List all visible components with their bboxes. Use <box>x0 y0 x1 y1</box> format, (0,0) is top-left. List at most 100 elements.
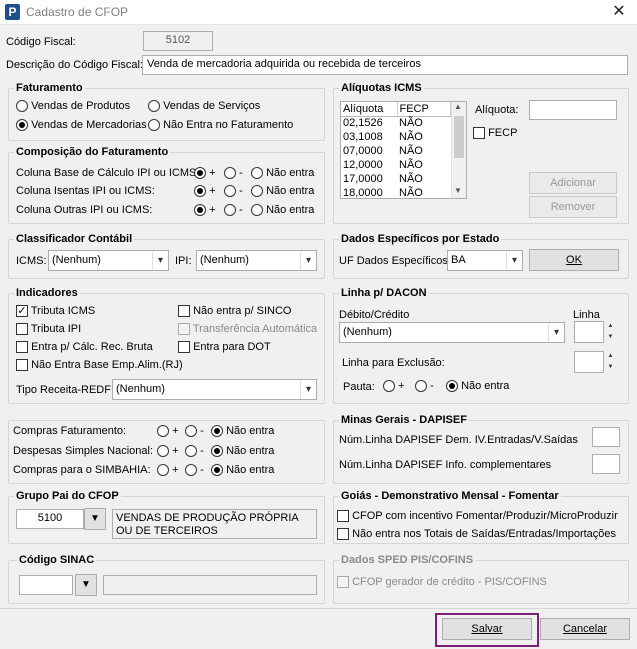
close-icon[interactable]: ✕ <box>606 2 632 22</box>
composicao-row-nao[interactable]: Não entra <box>251 167 314 180</box>
debito-credito-combo[interactable]: (Nenhum) ▾ <box>339 322 565 343</box>
composicao-row-plus[interactable]: + <box>194 167 216 180</box>
compras-row-plus[interactable]: + <box>157 425 179 438</box>
chevron-down-icon[interactable]: ▼ <box>84 508 106 530</box>
linha-spinner[interactable] <box>574 321 604 343</box>
grupo-pai-code-input[interactable]: 5100 <box>16 509 84 529</box>
minas-row2-input[interactable] <box>592 454 620 474</box>
compras-row-nao[interactable]: Não entra <box>211 425 274 438</box>
chevron-down-icon[interactable]: ▾ <box>548 323 564 342</box>
aliquota-input[interactable] <box>529 100 617 120</box>
radio-vendas-servicos-icon[interactable] <box>148 100 160 113</box>
chevron-down-icon[interactable]: ▾ <box>300 251 316 270</box>
composicao-row-minus[interactable]: - <box>224 167 243 180</box>
goias-incentivo-checkbox[interactable]: CFOP com incentivo Fomentar/Produzir/Mic… <box>337 510 618 523</box>
composicao-row-minus[interactable]: - <box>224 204 243 217</box>
radio-vendas-mercadorias-icon[interactable] <box>16 119 28 132</box>
radio-minus-icon[interactable] <box>224 204 236 217</box>
radio-minus-icon[interactable] <box>185 445 197 458</box>
pauta-minus[interactable]: - <box>415 380 434 393</box>
table-row[interactable]: 02,1526 NÃO <box>341 116 451 130</box>
table-row[interactable]: 03,1008 NÃO <box>341 130 451 144</box>
pauta-plus[interactable]: + <box>383 380 405 393</box>
radio-nao-entra-icon[interactable] <box>211 425 223 438</box>
radio-nao-entra-faturamento[interactable]: Não Entra no Faturamento <box>148 119 293 132</box>
cancelar-button[interactable]: Cancelar <box>540 618 630 640</box>
salvar-button[interactable]: Salvar <box>442 618 532 640</box>
ipi-combo[interactable]: (Nenhum) ▾ <box>196 250 317 271</box>
minas-row1-input[interactable] <box>592 427 620 447</box>
col-fecp-header[interactable]: FECP <box>397 102 451 117</box>
table-row[interactable]: 07,0000 NÃO <box>341 144 451 158</box>
list-scrollbar[interactable]: ▲ ▼ <box>451 102 466 198</box>
adicionar-button[interactable]: Adicionar <box>529 172 617 194</box>
check-icon[interactable]: ✓ <box>16 305 28 318</box>
composicao-row-minus[interactable]: - <box>224 185 243 198</box>
remover-button[interactable]: Remover <box>529 196 617 218</box>
compras-row-minus[interactable]: - <box>185 464 204 477</box>
spin-down-icon[interactable]: ▼ <box>606 362 615 372</box>
entra-rec-bruta-checkbox[interactable]: Entra p/ Cálc. Rec. Bruta <box>16 341 153 354</box>
compras-row-nao[interactable]: Não entra <box>211 445 274 458</box>
nao-entra-base-checkbox-icon[interactable] <box>16 359 28 372</box>
radio-plus-icon[interactable] <box>194 185 206 198</box>
entra-dot-checkbox[interactable]: Entra para DOT <box>178 341 271 354</box>
composicao-row-nao[interactable]: Não entra <box>251 204 314 217</box>
radio-vendas-mercadorias[interactable]: Vendas de Mercadorias <box>16 119 147 132</box>
composicao-row-plus[interactable]: + <box>194 204 216 217</box>
ok-button[interactable]: OK <box>529 249 619 271</box>
entra-rec-bruta-checkbox-icon[interactable] <box>16 341 28 354</box>
entra-dot-checkbox-icon[interactable] <box>178 341 190 354</box>
spin-up-icon[interactable]: ▲ <box>606 321 615 331</box>
radio-vendas-produtos[interactable]: Vendas de Produtos <box>16 100 130 113</box>
goias-incentivo-checkbox-icon[interactable] <box>337 510 349 523</box>
goias-nao-entra-checkbox[interactable]: Não entra nos Totais de Saídas/Entradas/… <box>337 528 616 541</box>
scroll-thumb[interactable] <box>454 116 464 158</box>
radio-vendas-servicos[interactable]: Vendas de Serviços <box>148 100 260 113</box>
descricao-field[interactable]: Venda de mercadoria adquirida ou recebid… <box>142 55 628 75</box>
table-row[interactable]: 18,0000 NÃO <box>341 186 451 198</box>
fecp-checkbox-icon[interactable] <box>473 127 485 140</box>
tributa-icms-checkbox[interactable]: ✓ Tributa ICMS <box>16 305 95 318</box>
composicao-row-plus[interactable]: + <box>194 185 216 198</box>
radio-plus-icon[interactable] <box>383 380 395 393</box>
compras-row-nao[interactable]: Não entra <box>211 464 274 477</box>
radio-minus-icon[interactable] <box>185 464 197 477</box>
scroll-up-icon[interactable]: ▲ <box>454 102 462 111</box>
radio-plus-icon[interactable] <box>157 464 169 477</box>
radio-nao-entra-icon[interactable] <box>446 380 458 393</box>
sinac-code-input[interactable] <box>19 575 73 595</box>
radio-nao-entra-icon[interactable] <box>211 464 223 477</box>
chevron-down-icon[interactable]: ▾ <box>300 380 316 399</box>
chevron-down-icon[interactable]: ▾ <box>506 251 522 270</box>
radio-nao-entra-icon[interactable] <box>251 204 263 217</box>
radio-nao-entra-faturamento-icon[interactable] <box>148 119 160 132</box>
tributa-ipi-checkbox[interactable]: Tributa IPI <box>16 323 81 336</box>
spin-up-icon[interactable]: ▲ <box>606 351 615 361</box>
chevron-down-icon[interactable]: ▼ <box>75 574 97 596</box>
table-row[interactable]: 12,0000 NÃO <box>341 158 451 172</box>
radio-plus-icon[interactable] <box>194 167 206 180</box>
radio-vendas-produtos-icon[interactable] <box>16 100 28 113</box>
radio-minus-icon[interactable] <box>224 185 236 198</box>
tipo-receita-combo[interactable]: (Nenhum) ▾ <box>112 379 317 400</box>
radio-nao-entra-icon[interactable] <box>211 445 223 458</box>
table-row[interactable]: 17,0000 NÃO <box>341 172 451 186</box>
aliquotas-list[interactable]: Alíquota FECP 02,1526 NÃO 03,1008 NÃO 07,0… <box>340 101 467 199</box>
goias-nao-entra-checkbox-icon[interactable] <box>337 528 349 541</box>
col-aliquota-header[interactable]: Alíquota <box>341 102 398 117</box>
compras-row-plus[interactable]: + <box>157 464 179 477</box>
radio-plus-icon[interactable] <box>157 425 169 438</box>
nao-entra-sinco-checkbox[interactable]: Não entra p/ SINCO <box>178 305 292 318</box>
compras-row-minus[interactable]: - <box>185 445 204 458</box>
fecp-checkbox[interactable]: FECP <box>473 127 517 140</box>
radio-plus-icon[interactable] <box>157 445 169 458</box>
radio-minus-icon[interactable] <box>415 380 427 393</box>
pauta-nao[interactable]: Não entra <box>446 380 509 393</box>
scroll-down-icon[interactable]: ▼ <box>454 186 462 195</box>
tributa-ipi-checkbox-icon[interactable] <box>16 323 28 336</box>
radio-minus-icon[interactable] <box>224 167 236 180</box>
nao-entra-sinco-checkbox-icon[interactable] <box>178 305 190 318</box>
linha-exclusao-spinner[interactable] <box>574 351 604 373</box>
composicao-row-nao[interactable]: Não entra <box>251 185 314 198</box>
